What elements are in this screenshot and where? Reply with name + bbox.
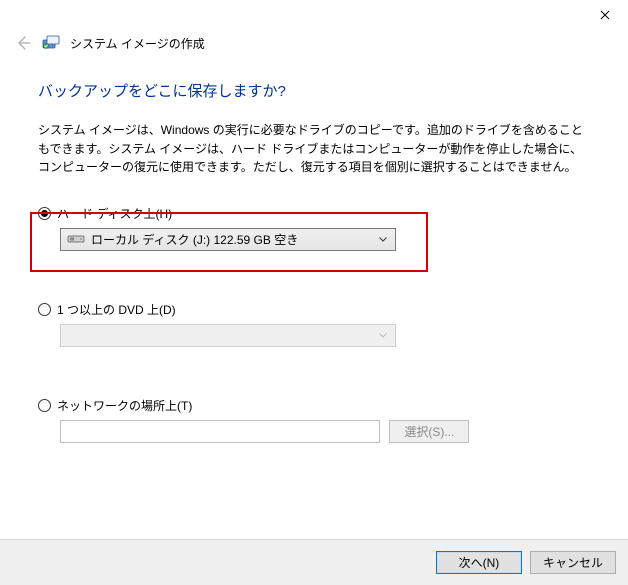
drive-combobox[interactable]: ローカル ディスク (J:) 122.59 GB 空き (60, 228, 396, 251)
footer: 次へ(N) キャンセル (0, 539, 628, 585)
radio-network[interactable] (38, 399, 51, 412)
drive-combobox-text: ローカル ディスク (J:) 122.59 GB 空き (91, 231, 369, 248)
chevron-down-icon (375, 333, 391, 338)
next-button[interactable]: 次へ(N) (436, 551, 522, 574)
radio-hard-disk[interactable] (38, 207, 51, 220)
radio-dvd-label: 1 つ以上の DVD 上(D) (57, 301, 176, 318)
close-button[interactable] (582, 0, 628, 30)
header-bar: システム イメージの作成 (0, 32, 628, 60)
radio-network-row[interactable]: ネットワークの場所上(T) (38, 397, 590, 414)
page-description: システム イメージは、Windows の実行に必要なドライブのコピーです。追加の… (38, 121, 590, 177)
cancel-button[interactable]: キャンセル (530, 551, 616, 574)
option-network: ネットワークの場所上(T) 選択(S)... (38, 397, 590, 443)
network-path-input[interactable] (60, 420, 380, 443)
option-hard-disk: ハード ディスク上(H) ローカル ディスク (J:) 122.59 GB 空き (38, 205, 590, 251)
radio-hard-disk-label: ハード ディスク上(H) (57, 205, 172, 222)
app-icon (42, 34, 60, 52)
chevron-down-icon (375, 237, 391, 242)
option-dvd: 1 つ以上の DVD 上(D) (38, 301, 590, 347)
back-button[interactable] (14, 34, 32, 52)
drive-icon (67, 234, 85, 244)
dvd-combobox (60, 324, 396, 347)
back-arrow-icon (15, 35, 31, 51)
browse-button: 選択(S)... (389, 420, 469, 443)
radio-dvd[interactable] (38, 303, 51, 316)
content-area: バックアップをどこに保存しますか? システム イメージは、Windows の実行… (0, 60, 628, 443)
titlebar (0, 0, 628, 32)
wizard-window: システム イメージの作成 バックアップをどこに保存しますか? システム イメージ… (0, 0, 628, 585)
app-title: システム イメージの作成 (70, 35, 205, 52)
radio-network-label: ネットワークの場所上(T) (57, 397, 192, 414)
radio-dvd-row[interactable]: 1 つ以上の DVD 上(D) (38, 301, 590, 318)
page-heading: バックアップをどこに保存しますか? (38, 80, 590, 101)
close-icon (600, 10, 610, 20)
radio-hard-disk-row[interactable]: ハード ディスク上(H) (38, 205, 590, 222)
